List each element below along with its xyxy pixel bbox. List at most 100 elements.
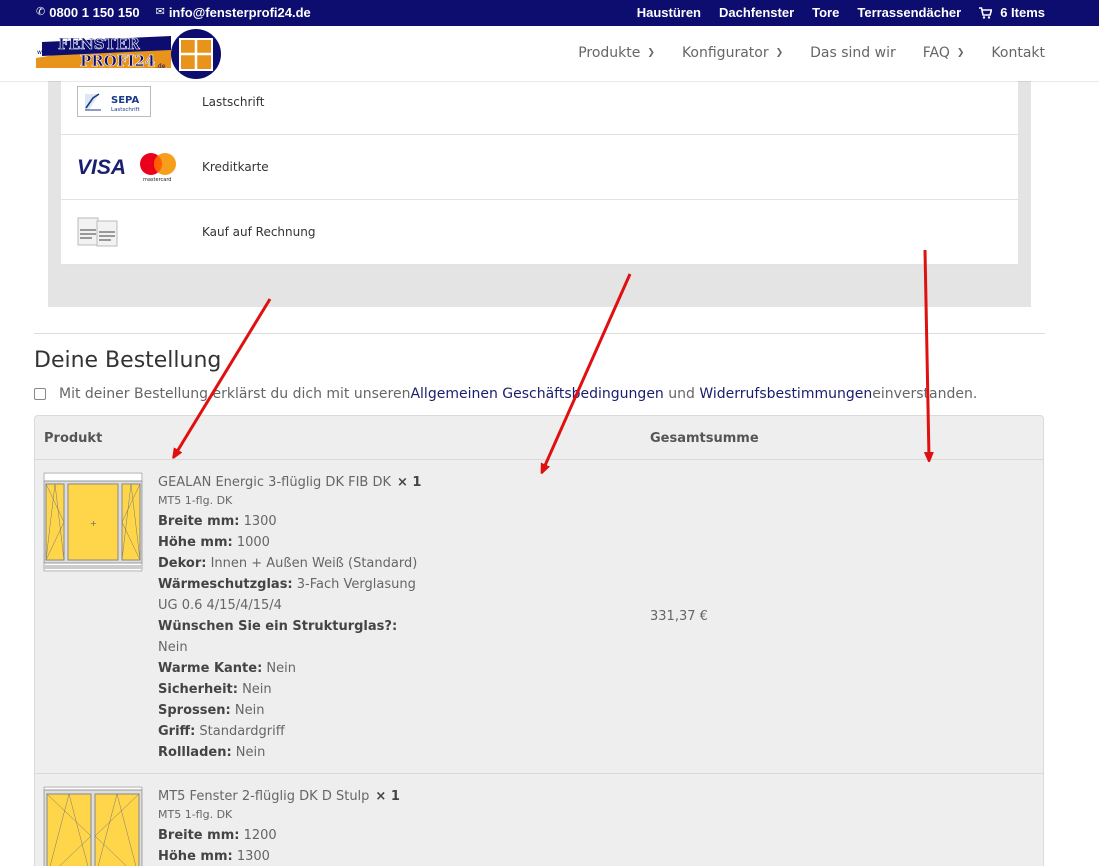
attr-strukturglas: Wünschen Sie ein Strukturglas?: xyxy=(158,616,421,637)
nav-das-sind-wir-label: Das sind wir xyxy=(810,45,896,61)
nav-faq[interactable]: FAQ ❯ xyxy=(923,45,965,61)
phone-icon: ✆ xyxy=(36,6,46,18)
terms-text-middle: und xyxy=(663,386,700,402)
site-logo[interactable]: www. FENSTER PROFI24 .de xyxy=(36,28,226,80)
payment-method-rechnung[interactable]: Kauf auf Rechnung xyxy=(61,200,1018,265)
logo-text-profi: PROFI24 xyxy=(80,52,155,70)
attr-key: Höhe mm: xyxy=(158,849,233,864)
attr-key: Wünschen Sie ein Strukturglas?: xyxy=(158,619,398,634)
sepa-logo-icon: SEPA Lastschrift xyxy=(77,86,151,122)
attr-value: Nein xyxy=(230,703,265,718)
main-header: www. FENSTER PROFI24 .de Produkte ❯ Konf… xyxy=(0,26,1099,81)
attr-value: 1000 xyxy=(232,535,270,550)
payment-method-list: SEPA Lastschrift Lastschrift VISA master… xyxy=(61,81,1018,265)
attr-hoehe: Höhe mm: 1300 xyxy=(158,846,400,866)
sepa-logo-subtext: Lastschrift xyxy=(111,107,140,113)
svg-text:+: + xyxy=(90,519,97,528)
cart-icon xyxy=(979,6,993,19)
attr-warme-kante: Warme Kante: Nein xyxy=(158,658,421,679)
attr-value: UG 0.6 4/15/4/15/4 xyxy=(158,598,282,613)
attr-value: 1200 xyxy=(239,828,277,843)
product-quantity: × 1 xyxy=(397,475,422,490)
top-bar: ✆ 0800 1 150 150 ✉ info@fensterprofi24.d… xyxy=(0,0,1099,26)
attr-value: 1300 xyxy=(232,849,270,864)
attr-rollladen: Rollladen: Nein xyxy=(158,742,421,763)
order-table: Produkt Gesamtsumme + GEALAN Energic 3-f… xyxy=(34,415,1044,866)
widerruf-link[interactable]: Widerrufsbestimmungen xyxy=(699,386,872,402)
attr-value: Standardgriff xyxy=(195,724,285,739)
attr-strukturglas-cont: Nein xyxy=(158,637,421,658)
logo-tld: .de xyxy=(156,63,166,70)
visa-mastercard-icon: VISA mastercard xyxy=(77,151,179,188)
nav-kontakt-label: Kontakt xyxy=(991,45,1045,61)
main-nav: Produkte ❯ Konfigurator ❯ Das sind wir F… xyxy=(578,45,1045,61)
order-table-header: Produkt Gesamtsumme xyxy=(35,416,1043,460)
payment-section: SEPA Lastschrift Lastschrift VISA master… xyxy=(34,81,1045,334)
attr-value: Innen + Außen Weiß (Standard) xyxy=(206,556,418,571)
nav-das-sind-wir[interactable]: Das sind wir xyxy=(810,45,896,61)
nav-konfigurator[interactable]: Konfigurator ❯ xyxy=(682,45,783,61)
payment-label-rechnung: Kauf auf Rechnung xyxy=(202,225,316,239)
chevron-down-icon: ❯ xyxy=(647,48,655,58)
product-subtitle: MT5 1-flg. DK xyxy=(158,808,233,821)
attr-sicherheit: Sicherheit: Nein xyxy=(158,679,421,700)
sepa-logo-text: SEPA xyxy=(111,95,139,106)
nav-kontakt[interactable]: Kontakt xyxy=(991,45,1045,61)
invoice-icon xyxy=(77,216,119,253)
terms-text-prefix: Mit deiner Bestellung erklärst du dich m… xyxy=(59,386,411,402)
column-header-product: Produkt xyxy=(44,431,103,446)
payment-label-lastschrift: Lastschrift xyxy=(202,95,265,109)
table-row: + GEALAN Energic 3-flüglig DK FIB DK × 1 … xyxy=(35,460,1043,774)
logo-text-fenster: FENSTER xyxy=(58,35,140,53)
terms-checkbox[interactable] xyxy=(34,388,46,400)
agb-link[interactable]: Allgemeinen Geschäftsbedingungen xyxy=(410,386,663,402)
nav-konfigurator-label: Konfigurator xyxy=(681,45,769,61)
email-link[interactable]: ✉ info@fensterprofi24.de xyxy=(156,5,311,20)
payment-label-kreditkarte: Kreditkarte xyxy=(202,160,269,174)
attr-key: Griff: xyxy=(158,724,196,739)
attr-value: Nein xyxy=(158,640,188,655)
product-name[interactable]: MT5 Fenster 2-flüglig DK D Stulp xyxy=(158,789,369,804)
top-link-terrassendaecher[interactable]: Terrassendächer xyxy=(857,5,961,20)
attr-key: Sprossen: xyxy=(158,703,231,718)
email-address: info@fensterprofi24.de xyxy=(168,5,311,20)
logo-image: www. FENSTER PROFI24 .de xyxy=(36,29,221,79)
product-name[interactable]: GEALAN Energic 3-flüglig DK FIB DK xyxy=(158,475,391,490)
attr-dekor: Dekor: Innen + Außen Weiß (Standard) xyxy=(158,553,421,574)
mastercard-logo-text: mastercard xyxy=(143,177,171,183)
attr-key: Sicherheit: xyxy=(158,682,238,697)
attr-waermeschutzglas: Wärmeschutzglas: 3-Fach Verglasung xyxy=(158,574,421,595)
column-header-total: Gesamtsumme xyxy=(650,431,759,446)
payment-method-kreditkarte[interactable]: VISA mastercard Kreditkarte xyxy=(61,135,1018,200)
cart-link[interactable]: 6 Items xyxy=(979,5,1045,20)
product-info-mt5: MT5 Fenster 2-flüglig DK D Stulp × 1 MT5 … xyxy=(158,786,400,866)
attr-key: Rollladen: xyxy=(158,745,232,760)
nav-produkte[interactable]: Produkte ❯ xyxy=(578,45,655,61)
visa-logo-text: VISA xyxy=(77,156,126,179)
attr-value: 1300 xyxy=(239,514,277,529)
phone-link[interactable]: ✆ 0800 1 150 150 xyxy=(36,5,140,20)
attr-value: 3-Fach Verglasung xyxy=(292,577,416,592)
logo-www: www. xyxy=(37,49,53,56)
order-title: Deine Bestellung xyxy=(34,348,222,373)
top-link-dachfenster[interactable]: Dachfenster xyxy=(719,5,794,20)
product-total: 331,37 € xyxy=(650,609,708,624)
attr-breite: Breite mm: 1200 xyxy=(158,825,400,846)
cart-count: 6 Items xyxy=(1000,5,1045,20)
attr-value: Nein xyxy=(237,682,272,697)
terms-text-suffix: einverstanden. xyxy=(872,386,978,402)
phone-number: 0800 1 150 150 xyxy=(49,5,140,20)
attr-breite: Breite mm: 1300 xyxy=(158,511,421,532)
attr-key: Dekor: xyxy=(158,556,207,571)
product-subtitle: MT5 1-flg. DK xyxy=(158,494,233,507)
top-link-haustueren[interactable]: Haustüren xyxy=(637,5,701,20)
terms-row: Mit deiner Bestellung erklärst du dich m… xyxy=(34,386,977,402)
table-row: MT5 Fenster 2-flüglig DK D Stulp × 1 MT5 … xyxy=(35,774,1043,866)
product-image-mt5 xyxy=(43,786,143,866)
top-link-tore[interactable]: Tore xyxy=(812,5,839,20)
product-info-gealan: GEALAN Energic 3-flüglig DK FIB DK × 1 MT… xyxy=(158,472,421,763)
product-quantity: × 1 xyxy=(375,789,400,804)
chevron-down-icon: ❯ xyxy=(775,48,784,58)
attr-key: Warme Kante: xyxy=(158,661,263,676)
product-image-gealan: + xyxy=(43,472,143,577)
